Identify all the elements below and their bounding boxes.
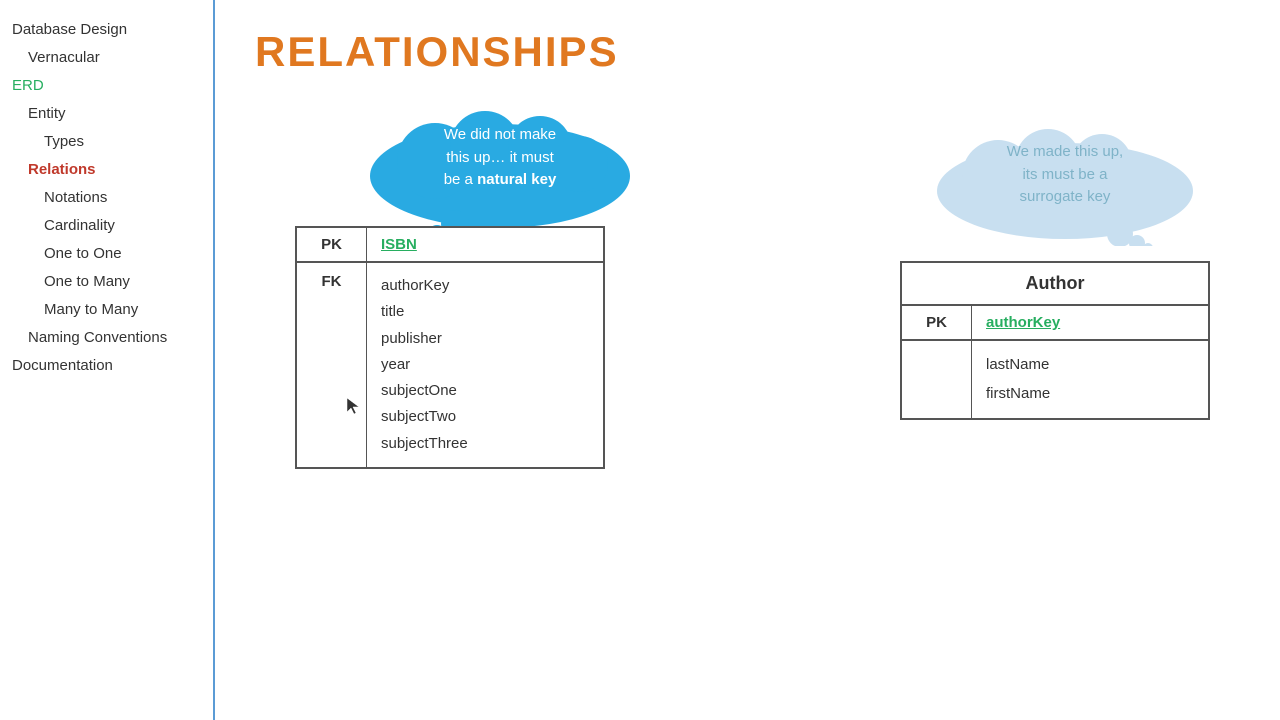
table-right: Author PK authorKey lastNamefirstName — [900, 261, 1210, 420]
sidebar: Database DesignVernacularERDEntityTypesR… — [0, 0, 215, 720]
table-right-header: PK authorKey — [902, 306, 1208, 341]
page-title: RELATIONSHIPS — [255, 28, 1240, 76]
content-area: We did not make this up… it must be a na… — [255, 106, 1240, 666]
table-left: PK ISBN FK authorKeytitlepublisheryearsu… — [295, 226, 605, 469]
table-left-field: subjectTwo — [381, 404, 589, 430]
sidebar-item-entity[interactable]: Entity — [8, 100, 213, 128]
cloud-right-text: We made this up, its must be a surrogate… — [940, 141, 1190, 209]
table-right-body: lastNamefirstName — [902, 341, 1208, 418]
table-left-field: publisher — [381, 326, 589, 352]
table-right-field: lastName — [986, 351, 1194, 380]
cloud-left-text: We did not make this up… it must be a na… — [385, 124, 615, 192]
table-left-fields: authorKeytitlepublisheryearsubjectOnesub… — [367, 263, 603, 467]
table-left-field: subjectOne — [381, 378, 589, 404]
table-left-body: FK authorKeytitlepublisheryearsubjectOne… — [297, 263, 603, 467]
main-content: RELATIONSHIPS We did not make this up… i… — [215, 0, 1280, 720]
table-left-header: PK ISBN — [297, 228, 603, 263]
pk-value-left: ISBN — [367, 228, 603, 261]
sidebar-item-database-design[interactable]: Database Design — [8, 16, 213, 44]
sidebar-item-documentation[interactable]: Documentation — [8, 352, 213, 380]
table-left-field: subjectThree — [381, 431, 589, 457]
sidebar-item-vernacular[interactable]: Vernacular — [8, 44, 213, 72]
sidebar-item-naming-conventions[interactable]: Naming Conventions — [8, 324, 213, 352]
table-left-field: title — [381, 299, 589, 325]
pk-label-right: PK — [902, 306, 972, 339]
sidebar-item-erd[interactable]: ERD — [8, 72, 213, 100]
pk-value-right: authorKey — [972, 306, 1208, 339]
fk-label-left: FK — [297, 263, 367, 467]
sidebar-item-one-to-one[interactable]: One to One — [8, 240, 213, 268]
sidebar-item-notations[interactable]: Notations — [8, 184, 213, 212]
table-right-field: firstName — [986, 380, 1194, 409]
sidebar-item-relations[interactable]: Relations — [8, 156, 213, 184]
table-right-fields: lastNamefirstName — [972, 341, 1208, 418]
sidebar-item-types[interactable]: Types — [8, 128, 213, 156]
cloud-right: We made this up, its must be a surrogate… — [920, 126, 1210, 246]
sidebar-item-one-to-many[interactable]: One to Many — [8, 268, 213, 296]
body-pk-right — [902, 341, 972, 418]
table-right-title: Author — [902, 263, 1208, 306]
sidebar-item-many-to-many[interactable]: Many to Many — [8, 296, 213, 324]
cloud-left: We did not make this up… it must be a na… — [355, 106, 645, 236]
table-left-field: authorKey — [381, 273, 589, 299]
sidebar-item-cardinality[interactable]: Cardinality — [8, 212, 213, 240]
table-left-field: year — [381, 352, 589, 378]
pk-label-left: PK — [297, 228, 367, 261]
